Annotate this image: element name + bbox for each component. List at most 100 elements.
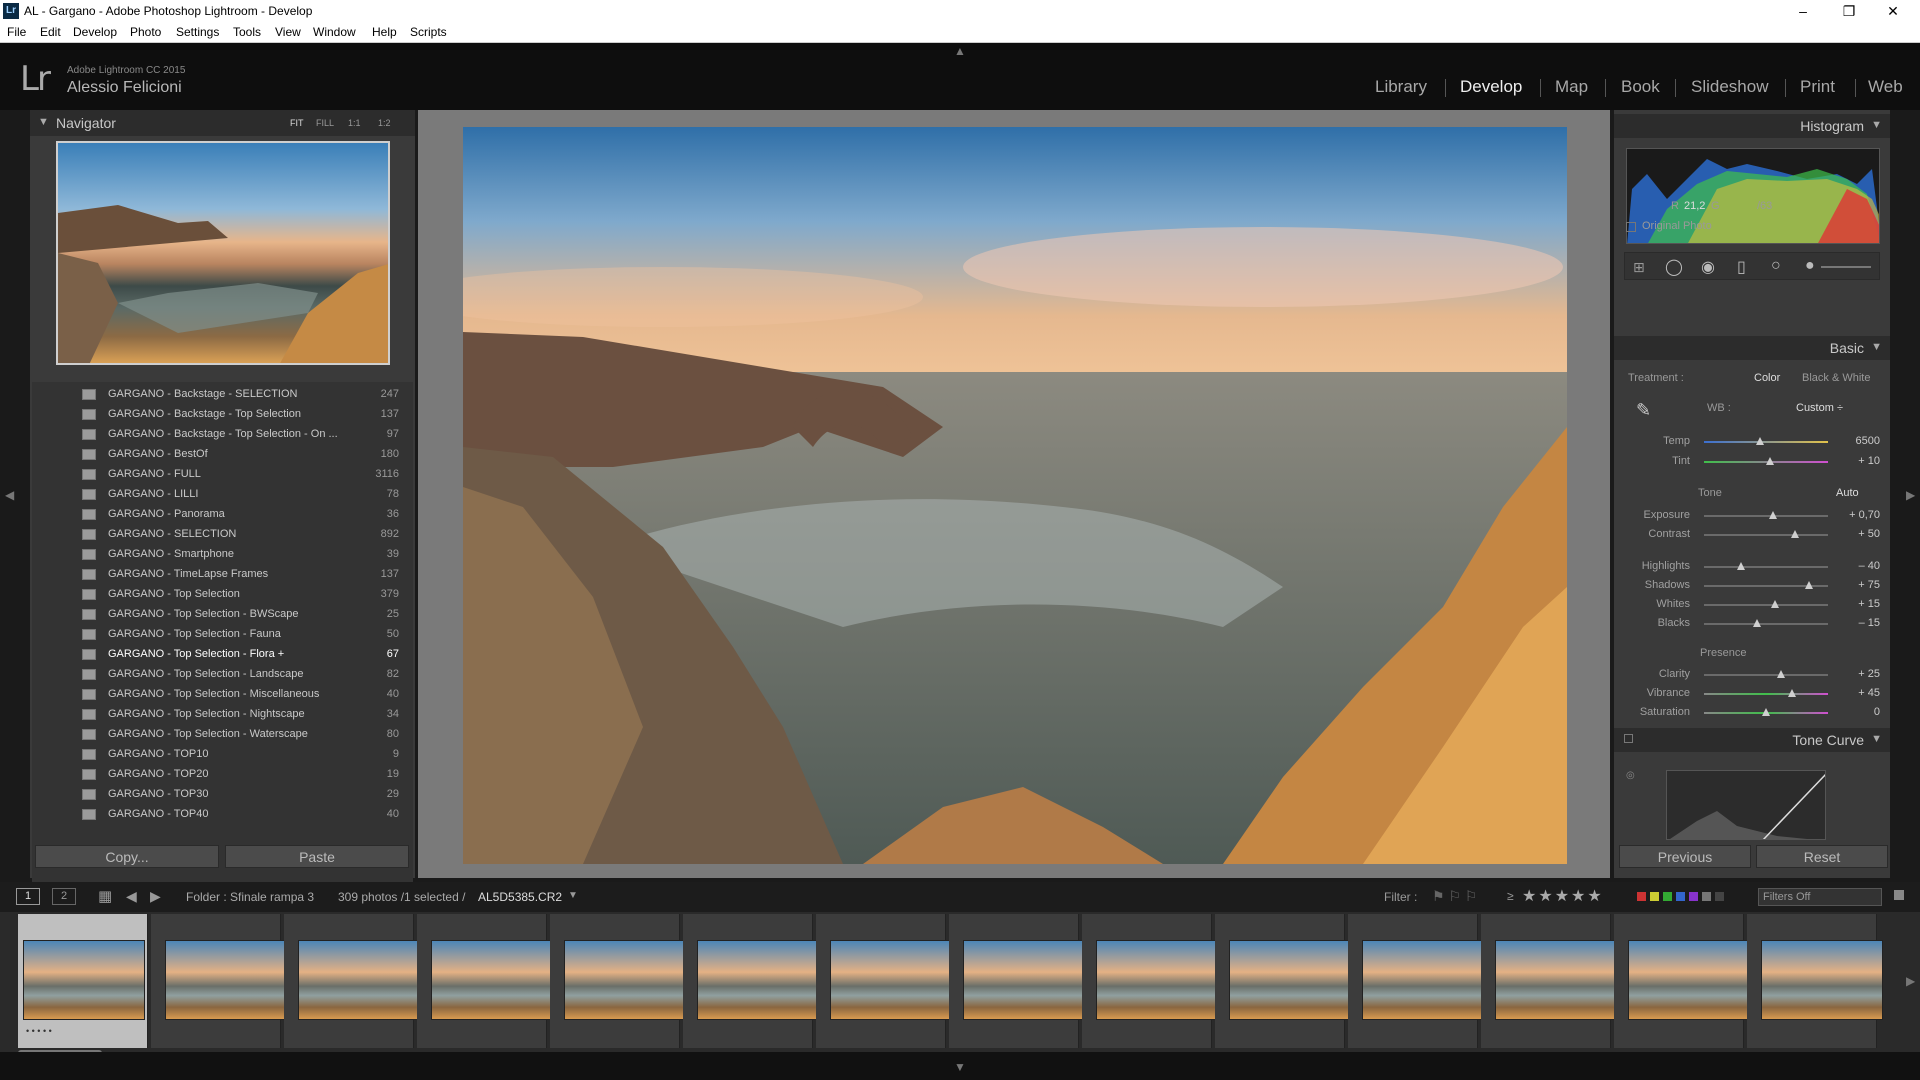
flag-filter-icon[interactable]: ⚑ ⚐ ⚐ xyxy=(1432,888,1477,905)
menu-window[interactable]: Window xyxy=(313,25,356,39)
right-panel-toggle-icon[interactable]: ▶ xyxy=(1906,488,1915,502)
navigator-preview[interactable] xyxy=(56,141,390,365)
collection-row[interactable]: GARGANO - Smartphone 39 xyxy=(32,544,413,564)
color-label-filter[interactable] xyxy=(1637,892,1727,902)
source-folder[interactable]: Folder : Sfinale rampa 3 xyxy=(186,890,314,904)
slider-knob[interactable] xyxy=(1788,689,1797,697)
slider-knob[interactable] xyxy=(1762,708,1770,716)
module-develop[interactable]: Develop xyxy=(1460,77,1522,97)
paste-settings-button[interactable]: Paste xyxy=(225,845,409,868)
gray-label-icon[interactable] xyxy=(1702,892,1711,901)
menu-edit[interactable]: Edit xyxy=(40,25,61,39)
copy-settings-button[interactable]: Copy... xyxy=(35,845,219,868)
slider-knob[interactable] xyxy=(1769,511,1778,519)
histogram-header[interactable]: Histogram ▼ xyxy=(1614,114,1890,138)
collection-row[interactable]: GARGANO - Top Selection 379 xyxy=(32,584,413,604)
module-map[interactable]: Map xyxy=(1555,77,1588,97)
zoom-fit[interactable]: FIT xyxy=(290,118,304,128)
slider-whites[interactable]: Whites + 15 xyxy=(1614,596,1890,614)
slider-knob[interactable] xyxy=(1765,457,1774,465)
graduated-filter-icon[interactable]: ▯ xyxy=(1737,257,1746,277)
filmstrip-thumb[interactable] xyxy=(550,914,686,1048)
collection-row[interactable]: GARGANO - Backstage - SELECTION 247 xyxy=(32,384,413,404)
collection-row[interactable]: GARGANO - Top Selection - Landscape 82 xyxy=(32,664,413,684)
collection-row[interactable]: GARGANO - TOP40 40 xyxy=(32,804,413,824)
collection-row[interactable]: GARGANO - Top Selection - Miscellaneous 4… xyxy=(32,684,413,704)
navigator-header[interactable]: ▼ Navigator FIT FILL 1:1 1:2 xyxy=(30,110,415,136)
previous-button[interactable]: Previous xyxy=(1619,845,1751,868)
selected-filename[interactable]: AL5D5385.CR2 xyxy=(478,890,562,904)
filmstrip-thumb[interactable] xyxy=(1215,914,1351,1048)
slider-knob[interactable] xyxy=(1790,530,1799,538)
green-label-icon[interactable] xyxy=(1663,892,1672,901)
slider-exposure[interactable]: Exposure + 0,70 xyxy=(1614,507,1890,525)
eyedropper-icon[interactable]: ✎ xyxy=(1636,400,1651,421)
collection-row[interactable]: GARGANO - Top Selection - Fauna 50 xyxy=(32,624,413,644)
reset-button[interactable]: Reset xyxy=(1756,845,1888,868)
filmstrip-thumb[interactable] xyxy=(1747,914,1883,1048)
minimize-button[interactable]: – xyxy=(1783,2,1823,20)
left-panel-toggle-icon[interactable]: ◀ xyxy=(5,488,14,502)
slider-highlights[interactable]: Highlights – 40 xyxy=(1614,558,1890,576)
collection-row[interactable]: GARGANO - Backstage - Top Selection - On… xyxy=(32,424,413,444)
bottom-panel-toggle-icon[interactable]: ▼ xyxy=(954,1060,966,1074)
collection-row[interactable]: GARGANO - Top Selection - Waterscape 80 xyxy=(32,724,413,744)
filmstrip-thumb-selected[interactable]: • • • • • xyxy=(18,914,148,1048)
close-button[interactable]: ✕ xyxy=(1873,2,1913,20)
filmstrip-thumb[interactable] xyxy=(417,914,553,1048)
menu-develop[interactable]: Develop xyxy=(73,25,117,39)
filename-dropdown-icon[interactable]: ▼ xyxy=(568,890,578,901)
spot-removal-icon[interactable]: ◯ xyxy=(1665,257,1683,277)
adjustment-brush-icon[interactable]: ● xyxy=(1805,257,1815,275)
slider-knob[interactable] xyxy=(1737,562,1746,570)
radial-filter-icon[interactable]: ○ xyxy=(1771,257,1781,275)
filmstrip-thumb[interactable] xyxy=(1481,914,1617,1048)
filmstrip-thumb[interactable] xyxy=(284,914,420,1048)
collection-row-selected[interactable]: GARGANO - Top Selection - Flora +67 xyxy=(32,644,413,664)
filmstrip-thumb[interactable] xyxy=(1082,914,1218,1048)
target-adjust-icon[interactable]: ◎ xyxy=(1626,770,1635,781)
filmstrip-scroll-right-icon[interactable]: ▶ xyxy=(1906,974,1915,988)
slider-shadows[interactable]: Shadows + 75 xyxy=(1614,577,1890,595)
zoom-fill[interactable]: FILL xyxy=(316,118,334,128)
menu-help[interactable]: Help xyxy=(372,25,397,39)
collection-row[interactable]: GARGANO - TimeLapse Frames 137 xyxy=(32,564,413,584)
tone-curve-graph[interactable] xyxy=(1666,770,1826,840)
filter-lock-icon[interactable] xyxy=(1894,890,1904,900)
module-web[interactable]: Web xyxy=(1868,77,1903,97)
filmstrip-thumb[interactable] xyxy=(151,914,287,1048)
menu-photo[interactable]: Photo xyxy=(130,25,161,39)
wb-preset[interactable]: Custom ÷ xyxy=(1796,402,1843,414)
collection-row[interactable]: GARGANO - TOP10 9 xyxy=(32,744,413,764)
slider-blacks[interactable]: Blacks – 15 xyxy=(1614,615,1890,633)
tone-curve-toggle[interactable] xyxy=(1624,734,1633,743)
red-eye-icon[interactable]: ◉ xyxy=(1701,257,1715,277)
slider-knob[interactable] xyxy=(1755,437,1764,445)
collection-row[interactable]: GARGANO - Top Selection - Nightscape 34 xyxy=(32,704,413,724)
collapse-triangle-icon[interactable]: ▼ xyxy=(1871,119,1882,131)
grid-view-icon[interactable]: ▦ xyxy=(98,887,112,905)
slider-knob[interactable] xyxy=(1776,670,1785,678)
collapse-triangle-icon[interactable]: ▼ xyxy=(1871,733,1882,745)
auto-tone-button[interactable]: Auto xyxy=(1836,487,1859,499)
treatment-color[interactable]: Color xyxy=(1754,372,1780,384)
crop-icon[interactable]: ⊞ xyxy=(1633,259,1645,276)
collection-row[interactable]: GARGANO - SELECTION 892 xyxy=(32,524,413,544)
rating-filter-stars[interactable]: ★★★★★ xyxy=(1522,886,1604,906)
collection-row[interactable]: GARGANO - FULL 3116 xyxy=(32,464,413,484)
slider-vibrance[interactable]: Vibrance + 45 xyxy=(1614,685,1890,703)
menu-file[interactable]: File xyxy=(7,25,26,39)
forward-arrow-icon[interactable]: ▶ xyxy=(150,888,161,905)
filmstrip-thumb[interactable] xyxy=(683,914,819,1048)
filmstrip-thumb[interactable] xyxy=(816,914,952,1048)
slider-knob[interactable] xyxy=(1770,600,1779,608)
treatment-bw[interactable]: Black & White xyxy=(1802,372,1870,384)
back-arrow-icon[interactable]: ◀ xyxy=(126,888,137,905)
tone-curve-header[interactable]: Tone Curve ▼ xyxy=(1614,728,1890,752)
collapse-triangle-icon[interactable]: ▼ xyxy=(1871,341,1882,353)
collection-row[interactable]: GARGANO - LILLI 78 xyxy=(32,484,413,504)
slider-contrast[interactable]: Contrast + 50 xyxy=(1614,526,1890,544)
rating-operator[interactable]: ≥ xyxy=(1507,889,1514,903)
collection-row[interactable]: GARGANO - Backstage - Top Selection 137 xyxy=(32,404,413,424)
slider-tint[interactable]: Tint + 10 xyxy=(1614,453,1890,471)
